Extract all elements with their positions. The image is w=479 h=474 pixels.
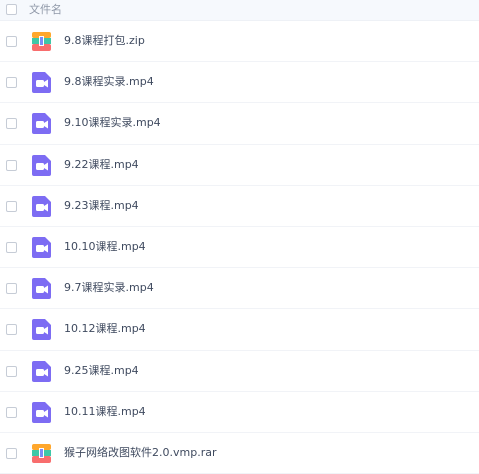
select-all-checkbox[interactable] bbox=[6, 4, 17, 15]
video-icon bbox=[32, 236, 51, 258]
file-name[interactable]: 9.8课程打包.zip bbox=[64, 33, 145, 49]
file-row[interactable]: 9.23课程.mp4 bbox=[0, 186, 479, 227]
file-row[interactable]: 10.11课程.mp4 bbox=[0, 392, 479, 433]
video-icon bbox=[32, 401, 51, 423]
file-name[interactable]: 9.7课程实录.mp4 bbox=[64, 280, 154, 296]
file-name[interactable]: 9.23课程.mp4 bbox=[64, 198, 139, 214]
file-name[interactable]: 9.8课程实录.mp4 bbox=[64, 74, 154, 90]
file-name[interactable]: 猴子网络改图软件2.0.vmp.rar bbox=[64, 445, 216, 461]
file-row[interactable]: 猴子网络改图软件2.0.vmp.rar bbox=[0, 433, 479, 474]
file-checkbox[interactable] bbox=[6, 365, 17, 377]
file-checkbox[interactable] bbox=[6, 200, 17, 212]
file-name[interactable]: 10.11课程.mp4 bbox=[64, 404, 146, 420]
video-icon bbox=[32, 154, 51, 176]
archive-icon bbox=[32, 32, 51, 51]
archive-icon bbox=[32, 443, 51, 463]
file-name[interactable]: 9.22课程.mp4 bbox=[64, 157, 139, 173]
video-icon bbox=[32, 113, 51, 135]
file-checkbox[interactable] bbox=[6, 241, 17, 253]
file-checkbox[interactable] bbox=[6, 447, 17, 459]
file-name[interactable]: 10.10课程.mp4 bbox=[64, 239, 146, 255]
file-checkbox[interactable] bbox=[6, 283, 17, 295]
file-row[interactable]: 9.25课程.mp4 bbox=[0, 351, 479, 392]
file-row[interactable]: 10.12课程.mp4 bbox=[0, 309, 479, 351]
file-row[interactable]: 9.22课程.mp4 bbox=[0, 145, 479, 186]
file-row[interactable]: 10.10课程.mp4 bbox=[0, 227, 479, 269]
file-row[interactable]: 9.8课程实录.mp4 bbox=[0, 62, 479, 104]
file-list: 文件名 9.8课程打包.zip 9.8课程实录.mp4 9.10课程实录.mp4 bbox=[0, 0, 479, 474]
file-list-header: 文件名 bbox=[0, 0, 479, 21]
file-checkbox[interactable] bbox=[6, 159, 17, 171]
video-icon bbox=[32, 195, 51, 217]
video-icon bbox=[32, 360, 51, 382]
file-name[interactable]: 9.25课程.mp4 bbox=[64, 363, 139, 379]
video-icon bbox=[32, 72, 51, 94]
file-checkbox[interactable] bbox=[6, 324, 17, 336]
file-row[interactable]: 9.10课程实录.mp4 bbox=[0, 103, 479, 145]
file-row[interactable]: 9.7课程实录.mp4 bbox=[0, 268, 479, 310]
file-name[interactable]: 10.12课程.mp4 bbox=[64, 321, 146, 337]
column-header-filename[interactable]: 文件名 bbox=[29, 2, 62, 18]
file-checkbox[interactable] bbox=[6, 406, 17, 418]
video-icon bbox=[32, 319, 51, 341]
file-row[interactable]: 9.8课程打包.zip bbox=[0, 21, 479, 63]
file-checkbox[interactable] bbox=[6, 118, 17, 130]
video-icon bbox=[32, 278, 51, 300]
file-checkbox[interactable] bbox=[6, 36, 17, 47]
file-name[interactable]: 9.10课程实录.mp4 bbox=[64, 115, 161, 131]
file-checkbox[interactable] bbox=[6, 77, 17, 89]
